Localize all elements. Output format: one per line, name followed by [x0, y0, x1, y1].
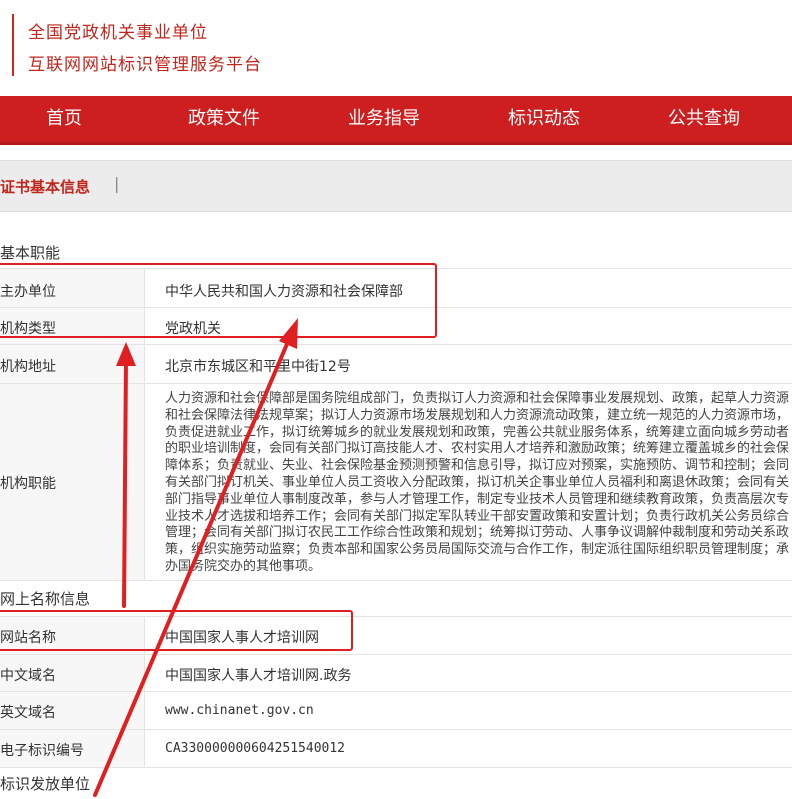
- en-domain-value[interactable]: www.chinanet.gov.cn: [165, 703, 314, 718]
- tab-separator: |: [114, 174, 120, 193]
- row-en-domain: 英文域名 www.chinanet.gov.cn: [0, 692, 792, 730]
- duties-line: 和社会保障法律法规草案；拟订人力资源市场发展规划和人力资源流动政策，建立统一规范…: [165, 407, 790, 423]
- row-cn-domain: 中文域名 中国国家人事人才培训网.政务: [0, 655, 792, 692]
- row-id-number: 电子标识编号 CA330000000604251540012: [0, 730, 792, 768]
- site-title-line2: 互联网网站标识管理服务平台: [28, 55, 262, 75]
- nav-item-news[interactable]: 标识动态: [508, 96, 580, 142]
- nav-item-guidance[interactable]: 业务指导: [348, 96, 420, 142]
- duties-line: 的职业培训制度，会同有关部门拟订高技能人才、农村实用人才培养和激励政策；统筹建立…: [165, 441, 790, 457]
- org-duties-text: 人力资源和社会保障部是国务院组成部门，负责拟订人力资源和社会保障事业发展规划、政…: [165, 391, 792, 576]
- site-header: 全国党政机关事业单位 互联网网站标识管理服务平台: [0, 0, 792, 96]
- nav-item-query[interactable]: 公共查询: [668, 96, 740, 142]
- nav-item-home[interactable]: 首页: [46, 96, 82, 142]
- duties-line: 人力资源和社会保障部是国务院组成部门，负责拟订人力资源和社会保障事业发展规划、政…: [165, 391, 790, 406]
- nav-item-policy[interactable]: 政策文件: [188, 96, 260, 142]
- section-issuer-title: 标识发放单位: [0, 775, 91, 793]
- duties-line: 办国务院交办的其他事项。: [165, 558, 322, 574]
- annotation-box-site-name: [0, 610, 353, 651]
- cn-domain-label: 中文域名: [0, 668, 56, 684]
- duties-line: 业技术人才选拔和培养工作；会同有关部门拟定军队转业干部安置政策和安置计划；负责行…: [165, 508, 790, 524]
- section-basic-title: 基本职能: [0, 244, 61, 262]
- duties-line: 负责促进就业工作，拟订统筹城乡的就业发展规划和政策，完善公共就业服务体系，统筹建…: [165, 424, 790, 440]
- duties-line: 有关部门拟订机关、事业单位人员工资收入分配政策，拟订机关企事业单位人员福利和离退…: [165, 474, 790, 490]
- tab-certificate-info[interactable]: 证书基本信息: [0, 176, 90, 197]
- id-number-label: 电子标识编号: [0, 743, 84, 759]
- main-nav: 首页 政策文件 业务指导 标识动态 公共查询: [0, 96, 792, 145]
- org-duties-label: 机构职能: [0, 476, 56, 492]
- en-domain-label: 英文域名: [0, 705, 56, 721]
- duties-line: 部门指导事业单位人事制度改革，参与人才管理工作，制定专业技术人员管理和继续教育政…: [165, 491, 790, 507]
- row-org-address: 机构地址 北京市东城区和平里中街12号: [0, 345, 792, 384]
- org-address-label: 机构地址: [0, 359, 56, 375]
- site-title-line1: 全国党政机关事业单位: [28, 23, 208, 43]
- duties-line: 障体系；负责就业、失业、社会保险基金预测预警和信息引导，拟订应对预案，实施预防、…: [165, 458, 790, 474]
- annotation-box-host-info: [0, 263, 437, 338]
- header-accent-bar: [12, 14, 14, 76]
- duties-line: 管理；会同有关部门拟订农民工工作综合性政策和规划；统筹拟订劳动、人事争议调解仲裁…: [165, 525, 790, 541]
- cn-domain-value: 中国国家人事人才培训网.政务: [165, 668, 352, 684]
- duties-line: 策，组织实施劳动监察；负责本部和国家公务员局国际交流与合作工作，制定派往国际组织…: [165, 542, 790, 558]
- certificate-tab-bar: 证书基本信息 |: [0, 160, 792, 212]
- section-online-title: 网上名称信息: [0, 590, 91, 608]
- org-address-value: 北京市东城区和平里中街12号: [165, 359, 351, 375]
- id-number-value: CA330000000604251540012: [165, 741, 346, 756]
